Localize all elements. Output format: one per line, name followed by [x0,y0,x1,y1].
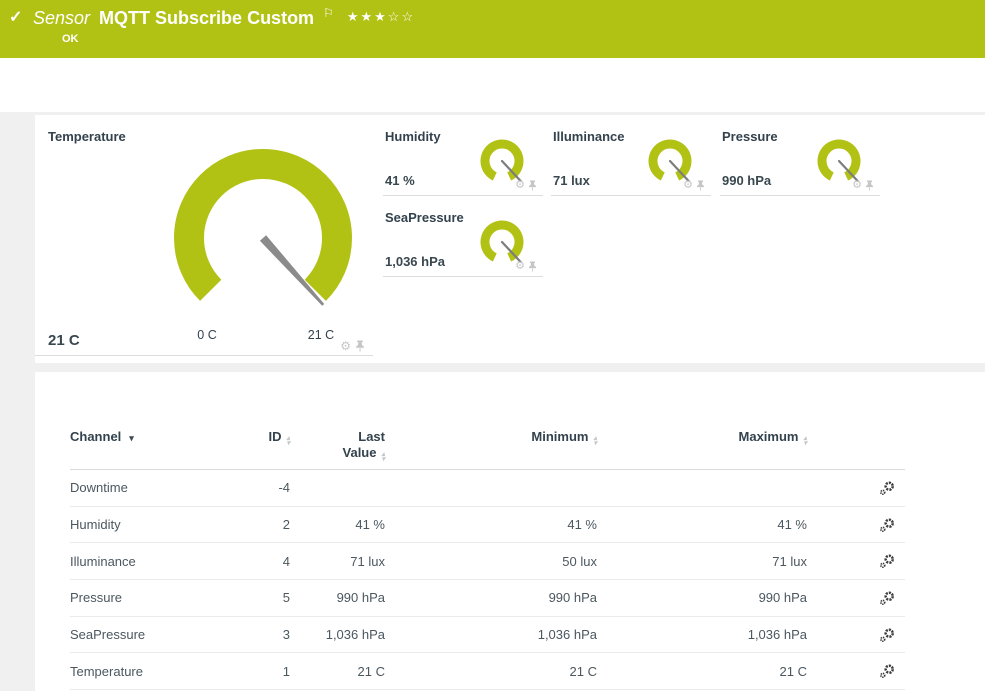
gauge-widget-illuminance[interactable]: Illuminance 71 lux ⚙ [551,129,711,196]
gauge-title: Pressure [722,129,778,144]
channel-minimum: 41 % [385,517,597,532]
status-check-icon: ✓ [9,7,22,27]
channel-settings-gears-icon[interactable] [879,590,895,606]
pin-icon[interactable] [528,261,537,272]
gauge-value: 990 hPa [722,173,771,188]
channel-settings-gear-icon[interactable]: ⚙ [515,180,525,191]
table-row: Downtime -4 [70,470,905,507]
channel-last-value: 41 % [290,517,385,532]
channel-last-value: 1,036 hPa [290,627,385,642]
channel-id: 3 [230,627,290,642]
gauge-scale-max: 21 C [297,328,345,342]
channel-table-panel: Channel▾ ID▴▾ Last Value▴▾ Minimum▴▾ Max… [35,372,985,691]
content-area: Temperature 0 C 21 C 21 C ⚙ Hu [0,112,985,691]
channel-settings-gears-icon[interactable] [879,553,895,569]
channel-name: Temperature [70,664,230,679]
channel-name: Illuminance [70,554,230,569]
gauge-scale-min: 0 C [185,328,229,342]
pin-icon[interactable] [696,180,705,191]
channel-maximum: 71 lux [597,554,807,569]
priority-stars[interactable]: ★★★☆☆ [347,9,415,25]
sort-icon: ▴▾ [803,437,807,446]
gauge-title: SeaPressure [385,210,464,225]
column-header-minimum[interactable]: Minimum▴▾ [385,429,597,446]
object-kind-label: Sensor [33,6,90,30]
channel-settings-gears-icon[interactable] [879,517,895,533]
channel-minimum: 1,036 hPa [385,627,597,642]
sort-active-icon: ▾ [129,433,134,443]
channel-id: 5 [230,590,290,605]
table-row: SeaPressure 3 1,036 hPa 1,036 hPa 1,036 … [70,617,905,654]
channel-last-value: 71 lux [290,554,385,569]
gauge-value: 1,036 hPa [385,254,445,269]
channel-settings-gears-icon[interactable] [879,663,895,679]
channel-settings-gear-icon[interactable]: ⚙ [852,180,862,191]
sensor-status-header: ✓ Sensor MQTT Subscribe Custom ⚐ ★★★☆☆ O… [0,0,985,58]
table-row: Illuminance 4 71 lux 50 lux 71 lux [70,543,905,580]
channel-name: Downtime [70,480,230,495]
sensor-overview-page: ✓ Sensor MQTT Subscribe Custom ⚐ ★★★☆☆ O… [0,0,985,691]
gauge-title: Illuminance [553,129,625,144]
channel-maximum: 1,036 hPa [597,627,807,642]
sort-icon: ▴▾ [381,453,385,462]
channel-minimum: 50 lux [385,554,597,569]
channel-name: Pressure [70,590,230,605]
channel-id: 4 [230,554,290,569]
channel-maximum: 21 C [597,664,807,679]
channel-maximum: 990 hPa [597,590,807,605]
channel-minimum: 21 C [385,664,597,679]
status-badge: OK [62,33,79,45]
channel-name: SeaPressure [70,627,230,642]
gauge-title: Humidity [385,129,441,144]
channel-maximum: 41 % [597,517,807,532]
column-header-maximum[interactable]: Maximum▴▾ [597,429,807,446]
table-row: Humidity 2 41 % 41 % 41 % [70,507,905,544]
tab-bar: Overview Live Data 2 days 30 days 365 da… [0,58,985,112]
channel-id: 2 [230,517,290,532]
column-header-channel[interactable]: Channel▾ [70,429,230,444]
channel-id: 1 [230,664,290,679]
pin-icon[interactable] [528,180,537,191]
sensor-title: MQTT Subscribe Custom [99,6,314,30]
column-header-last-value[interactable]: Last Value▴▾ [290,429,385,462]
gauge-widget-temperature[interactable]: Temperature 0 C 21 C 21 C ⚙ [35,129,373,356]
channel-settings-gears-icon[interactable] [879,627,895,643]
channel-settings-gear-icon[interactable]: ⚙ [683,180,693,191]
channel-minimum: 990 hPa [385,590,597,605]
table-row: Temperature 1 21 C 21 C 21 C [70,653,905,690]
sensor-title-line: Sensor MQTT Subscribe Custom ⚐ ★★★☆☆ [33,6,415,30]
channel-last-value: 990 hPa [290,590,385,605]
gauge-value: 71 lux [553,173,590,188]
table-header-row: Channel▾ ID▴▾ Last Value▴▾ Minimum▴▾ Max… [70,420,905,470]
channel-settings-gear-icon[interactable]: ⚙ [340,340,351,352]
temperature-gauge [163,142,363,327]
table-row: Pressure 5 990 hPa 990 hPa 990 hPa [70,580,905,617]
channel-name: Humidity [70,517,230,532]
gauge-widget-seapressure[interactable]: SeaPressure 1,036 hPa ⚙ [383,210,543,277]
channel-id: -4 [230,480,290,495]
channel-last-value: 21 C [290,664,385,679]
channel-table: Channel▾ ID▴▾ Last Value▴▾ Minimum▴▾ Max… [70,420,905,690]
flag-icon[interactable]: ⚐ [323,7,334,19]
gauge-title: Temperature [48,129,126,144]
pin-icon[interactable] [355,340,365,352]
channel-settings-gear-icon[interactable]: ⚙ [515,261,525,272]
pin-icon[interactable] [865,180,874,191]
gauge-value: 41 % [385,173,415,188]
gauge-widget-humidity[interactable]: Humidity 41 % ⚙ [383,129,543,196]
column-header-id[interactable]: ID▴▾ [230,429,290,446]
channel-settings-gears-icon[interactable] [879,480,895,496]
gauges-panel: Temperature 0 C 21 C 21 C ⚙ Hu [35,115,985,363]
gauge-value: 21 C [48,332,80,349]
gauge-widget-pressure[interactable]: Pressure 990 hPa ⚙ [720,129,880,196]
